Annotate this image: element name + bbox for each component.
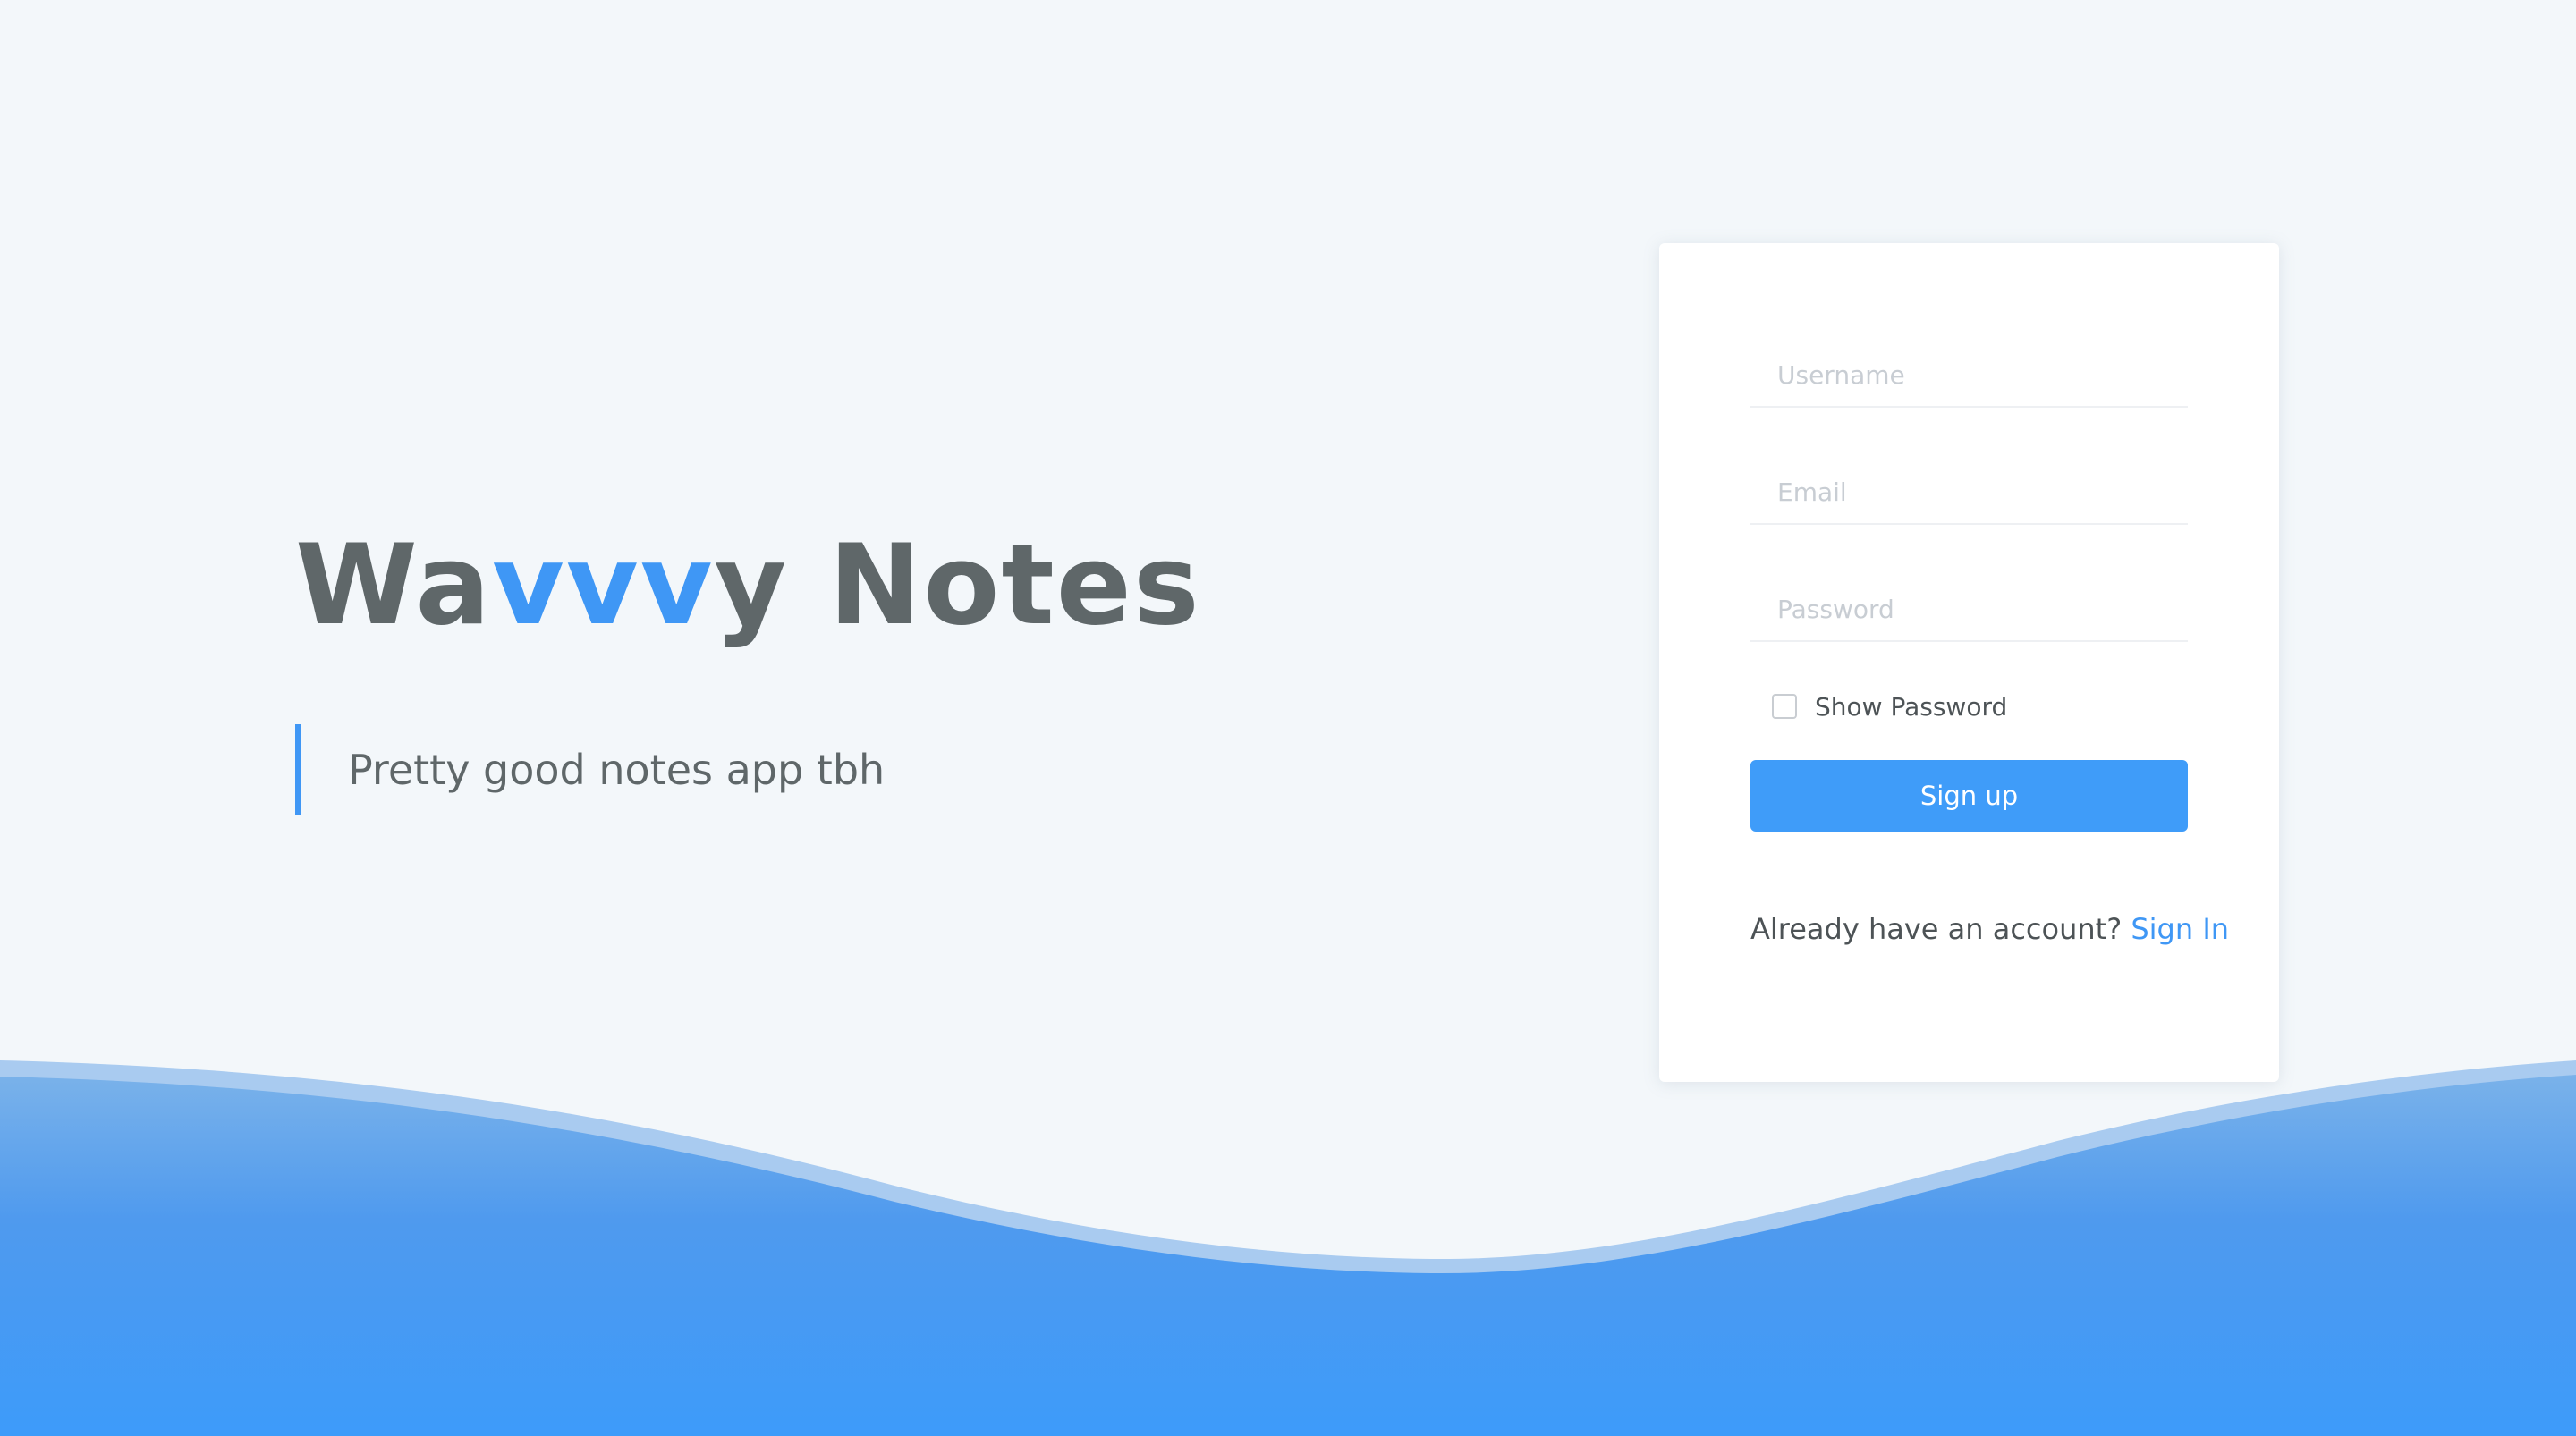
tagline: Pretty good notes app tbh <box>295 724 1100 815</box>
username-input[interactable] <box>1777 360 2188 390</box>
signup-form: Show Password Sign up Already have an ac… <box>1750 340 2229 946</box>
signup-button[interactable]: Sign up <box>1750 760 2188 832</box>
wave-background <box>0 1060 2576 1436</box>
signin-link[interactable]: Sign In <box>2131 912 2229 946</box>
show-password-checkbox[interactable] <box>1772 694 1797 719</box>
password-field-wrapper <box>1750 574 2188 642</box>
email-input[interactable] <box>1777 477 2188 507</box>
title-part-2: y Notes <box>714 521 1201 650</box>
app-title: Wavvvy Notes <box>295 519 1199 653</box>
password-input[interactable] <box>1777 595 2188 624</box>
signup-card: Show Password Sign up Already have an ac… <box>1659 243 2279 1082</box>
email-field-wrapper <box>1750 457 2188 525</box>
signin-prompt: Already have an account? Sign In <box>1750 912 2229 946</box>
username-field-wrapper <box>1750 340 2188 408</box>
show-password-label[interactable]: Show Password <box>1815 692 2007 722</box>
title-part-1: Wa <box>295 521 493 650</box>
already-text: Already have an account? <box>1750 912 2123 946</box>
show-password-row: Show Password <box>1750 680 2188 733</box>
title-accent: vvv <box>492 521 715 650</box>
brand-section: Wavvvy Notes Pretty good notes app tbh <box>295 519 1199 815</box>
tagline-text: Pretty good notes app tbh <box>348 746 886 794</box>
signup-page: Wavvvy Notes Pretty good notes app tbh S… <box>0 0 2576 1436</box>
